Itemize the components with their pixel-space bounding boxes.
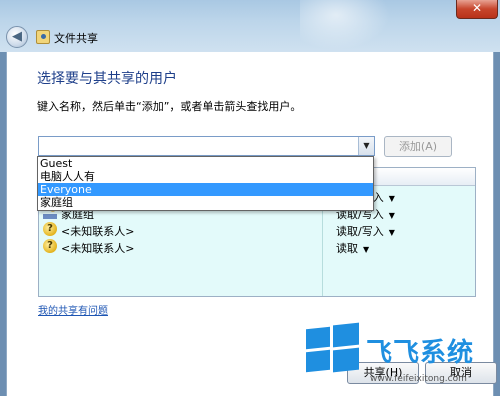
permission-dropdown[interactable]: 读取 ▼ [336,240,369,256]
dropdown-item-homegroup[interactable]: 家庭组 [38,196,373,209]
dropdown-arrow-icon[interactable]: ▼ [358,137,374,155]
dropdown-item-pc-user[interactable]: 电脑人人有 [38,170,373,183]
dropdown-item-everyone[interactable]: Everyone [38,183,373,196]
sharing-help-link[interactable]: 我的共享有问题 [38,302,108,317]
row-user-name: <未知联系人> [61,242,135,255]
user-name-combobox[interactable]: ▼ [38,136,375,156]
watermark-text: 飞飞系统 [366,338,475,368]
unknown-contact-icon: ? [43,222,57,236]
page-heading: 选择要与其共享的用户 [37,71,177,87]
table-row[interactable]: ? <未知联系人> 读取/写入 ▼ [39,221,475,238]
add-button[interactable]: 添加(A) [384,136,452,157]
row-user-name: <未知联系人> [61,225,135,238]
titlebar-glow [300,0,390,50]
close-button[interactable]: ✕ [456,0,498,19]
chevron-down-icon: ▼ [388,228,395,237]
table-row[interactable]: ? <未知联系人> 读取 ▼ [39,238,475,255]
user-dropdown-list[interactable]: Guest 电脑人人有 Everyone 家庭组 [37,156,374,211]
chevron-down-icon: ▼ [388,211,395,220]
windows-logo-icon [306,322,360,376]
watermark-url: www.feifeixitong.com [370,374,467,384]
permission-dropdown[interactable]: 读取/写入▼ [336,223,395,239]
dropdown-item-guest[interactable]: Guest [38,157,373,170]
file-share-icon [36,30,50,44]
watermark: 飞飞系统 www.feifeixitong.com [300,318,500,396]
window-title: 文件共享 [54,32,98,45]
chevron-down-icon: ▼ [388,194,395,203]
chevron-down-icon: ▼ [363,245,370,254]
back-button[interactable]: ◀ [6,26,28,48]
unknown-contact-icon: ? [43,239,57,253]
window-titlebar: ✕ ◀ 文件共享 [0,0,500,52]
instruction-text: 键入名称，然后单击“添加”，或者单击箭头查找用户。 [37,100,302,113]
